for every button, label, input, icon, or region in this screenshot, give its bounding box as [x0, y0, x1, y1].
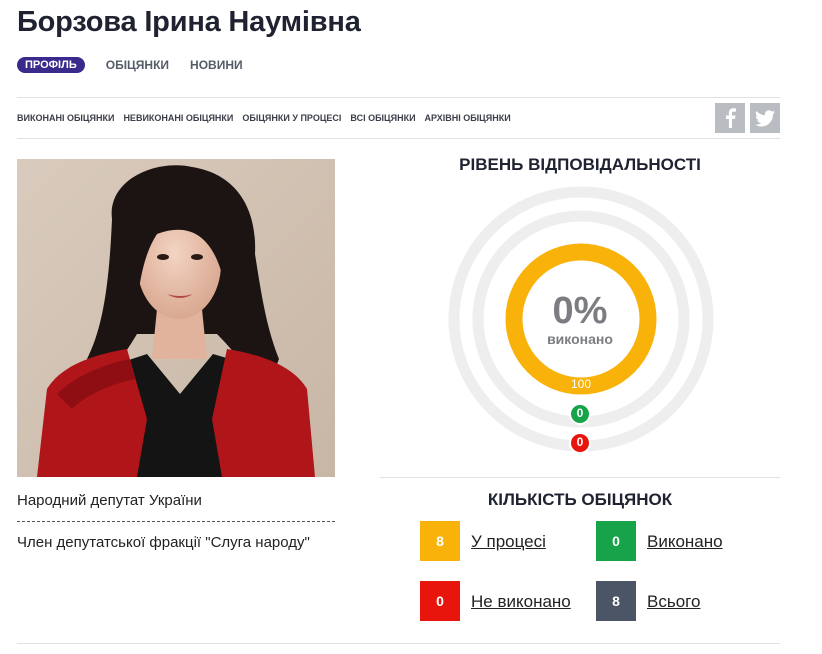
- in-progress-count-badge: 8: [420, 521, 460, 561]
- total-count-badge: 8: [596, 581, 636, 621]
- facebook-share-button[interactable]: [715, 103, 745, 133]
- main-tabs: ПРОФІЛЬ ОБІЦЯНКИ НОВИНИ: [17, 57, 264, 73]
- failed-link[interactable]: Не виконано: [471, 592, 571, 612]
- profile-photo: [17, 159, 335, 477]
- filter-archived[interactable]: АРХІВНІ ОБІЦЯНКИ: [425, 113, 511, 123]
- page-title: Борзова Ірина Наумівна: [17, 6, 361, 38]
- divider-right: [380, 477, 780, 478]
- total-link[interactable]: Всього: [647, 592, 700, 612]
- in-progress-link[interactable]: У процесі: [471, 532, 546, 552]
- dashed-divider: [17, 521, 335, 522]
- filter-in-progress[interactable]: ОБІЦЯНКИ У ПРОЦЕСІ: [242, 113, 341, 123]
- tab-news[interactable]: НОВИНИ: [190, 58, 243, 72]
- divider-top: [17, 97, 780, 98]
- twitter-icon: [755, 109, 775, 126]
- gauge-caption: виконано: [547, 331, 613, 347]
- tab-promises[interactable]: ОБІЦЯНКИ: [106, 58, 169, 72]
- gauge-failed-value: 0: [576, 435, 584, 449]
- filter-completed[interactable]: ВИКОНАНІ ОБІЦЯНКИ: [17, 113, 114, 123]
- facebook-icon: [726, 108, 736, 128]
- gauge-in-progress-value: 100: [570, 377, 592, 391]
- done-count-badge: 0: [596, 521, 636, 561]
- gauge-done-value: 0: [576, 406, 584, 420]
- failed-count-badge: 0: [420, 581, 460, 621]
- faction-label: Член депутатської фракції "Слуга народу": [17, 534, 310, 551]
- divider-sub: [17, 138, 780, 139]
- twitter-share-button[interactable]: [750, 103, 780, 133]
- promises-title: КІЛЬКІСТЬ ОБІЦЯНОК: [487, 490, 673, 509]
- position-label: Народний депутат України: [17, 492, 202, 509]
- filter-all[interactable]: ВСІ ОБІЦЯНКИ: [350, 113, 415, 123]
- gauge-percent: 0%: [552, 290, 608, 332]
- done-link[interactable]: Виконано: [647, 532, 723, 552]
- filter-failed[interactable]: НЕВИКОНАНІ ОБІЦЯНКИ: [123, 113, 233, 123]
- tab-profile[interactable]: ПРОФІЛЬ: [17, 57, 85, 73]
- divider-bottom: [17, 643, 780, 644]
- responsibility-title: РІВЕНЬ ВІДПОВІДАЛЬНОСТІ: [459, 155, 701, 174]
- promise-filter-tabs: ВИКОНАНІ ОБІЦЯНКИ НЕВИКОНАНІ ОБІЦЯНКИ ОБ…: [17, 113, 520, 123]
